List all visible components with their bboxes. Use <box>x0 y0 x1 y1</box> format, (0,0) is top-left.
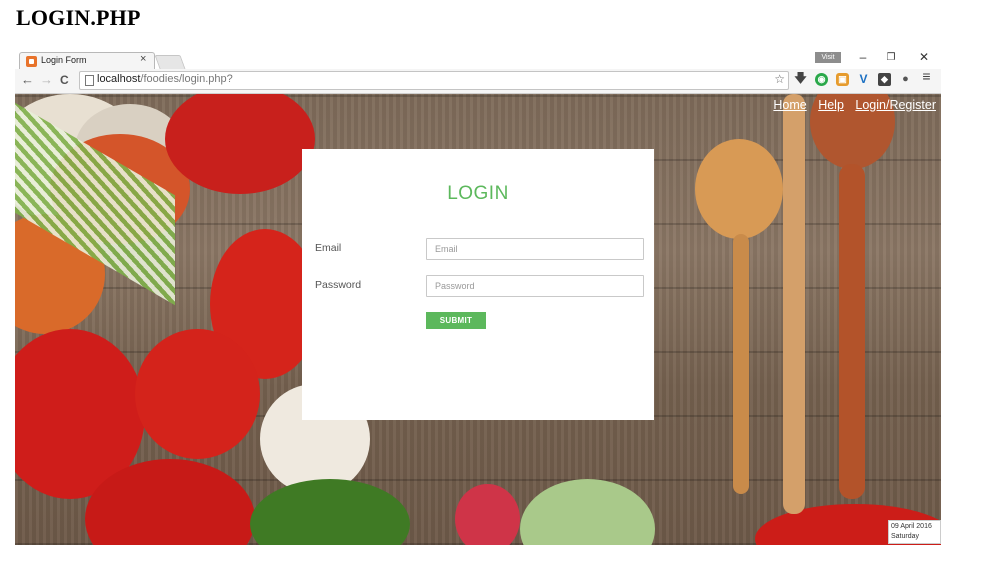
restore-button[interactable]: ❐ <box>881 52 901 63</box>
extension-bulb-icon[interactable]: ● <box>899 73 912 86</box>
document-title: LOGIN.PHP <box>16 5 141 30</box>
login-title: LOGIN <box>447 183 509 204</box>
url-text: localhost/foodies/login.php? <box>97 73 233 85</box>
tab-login-form[interactable]: Login Form × <box>19 52 155 70</box>
submit-button[interactable]: SUBMIT <box>426 312 486 329</box>
extension-v-icon[interactable]: V <box>857 73 870 86</box>
forward-button[interactable]: → <box>40 72 53 87</box>
menu-icon[interactable]: ≡ <box>920 69 933 83</box>
bookmark-star-icon[interactable]: ☆ <box>774 72 785 86</box>
radish-shape <box>455 484 520 545</box>
nav-login-register-link[interactable]: Login/Register <box>855 98 936 112</box>
wooden-stick-shape <box>783 94 805 514</box>
email-label: Email <box>315 242 342 254</box>
spoon-handle-shape <box>733 234 749 494</box>
reload-button[interactable]: C <box>60 73 69 87</box>
close-window-button[interactable]: ✕ <box>914 50 934 64</box>
page-icon <box>85 75 94 86</box>
profile-badge[interactable]: Visit <box>815 52 841 63</box>
extension-orange-icon[interactable]: ▣ <box>836 73 849 86</box>
password-input[interactable] <box>426 275 644 297</box>
download-icon[interactable]: 🡇 <box>794 72 807 85</box>
extension-green-icon[interactable]: ◉ <box>815 73 828 86</box>
taskbar-clock: 09 April 2016 Saturday <box>888 520 941 544</box>
nav-help-link[interactable]: Help <box>818 98 844 112</box>
tomato-lower-shape <box>135 329 260 459</box>
login-card: LOGIN Email Password SUBMIT <box>302 149 654 420</box>
minimize-button[interactable]: – <box>853 50 873 64</box>
password-label: Password <box>315 279 362 291</box>
ladle-handle-shape <box>839 164 865 499</box>
tab-close-icon[interactable]: × <box>140 53 146 65</box>
back-button[interactable]: ← <box>21 72 34 87</box>
cabbage-shape <box>520 479 655 545</box>
browser-window: Login Form × Visit – ❐ ✕ ← → C localhost… <box>15 49 941 545</box>
email-input[interactable] <box>426 238 644 260</box>
spoon-bowl-shape <box>695 139 783 239</box>
parsley-shape <box>250 479 410 545</box>
page-viewport: Home Help Login/Register LOGIN Email Pas… <box>15 94 941 545</box>
address-bar[interactable]: localhost/foodies/login.php? ☆ <box>79 71 789 90</box>
date-text: 09 April 2016 <box>891 523 932 530</box>
nav-home-link[interactable]: Home <box>773 98 806 112</box>
site-nav: Home Help Login/Register <box>765 98 936 112</box>
new-tab-button[interactable] <box>154 55 186 69</box>
tab-strip: Login Form × Visit – ❐ ✕ <box>15 49 941 70</box>
tab-title: Login Form <box>41 55 87 65</box>
browser-toolbar: ← → C localhost/foodies/login.php? ☆ 🡇 ◉… <box>15 69 941 94</box>
favicon-icon <box>26 56 37 67</box>
day-text: Saturday <box>891 533 920 540</box>
extension-dark-icon[interactable]: ◆ <box>878 73 891 86</box>
